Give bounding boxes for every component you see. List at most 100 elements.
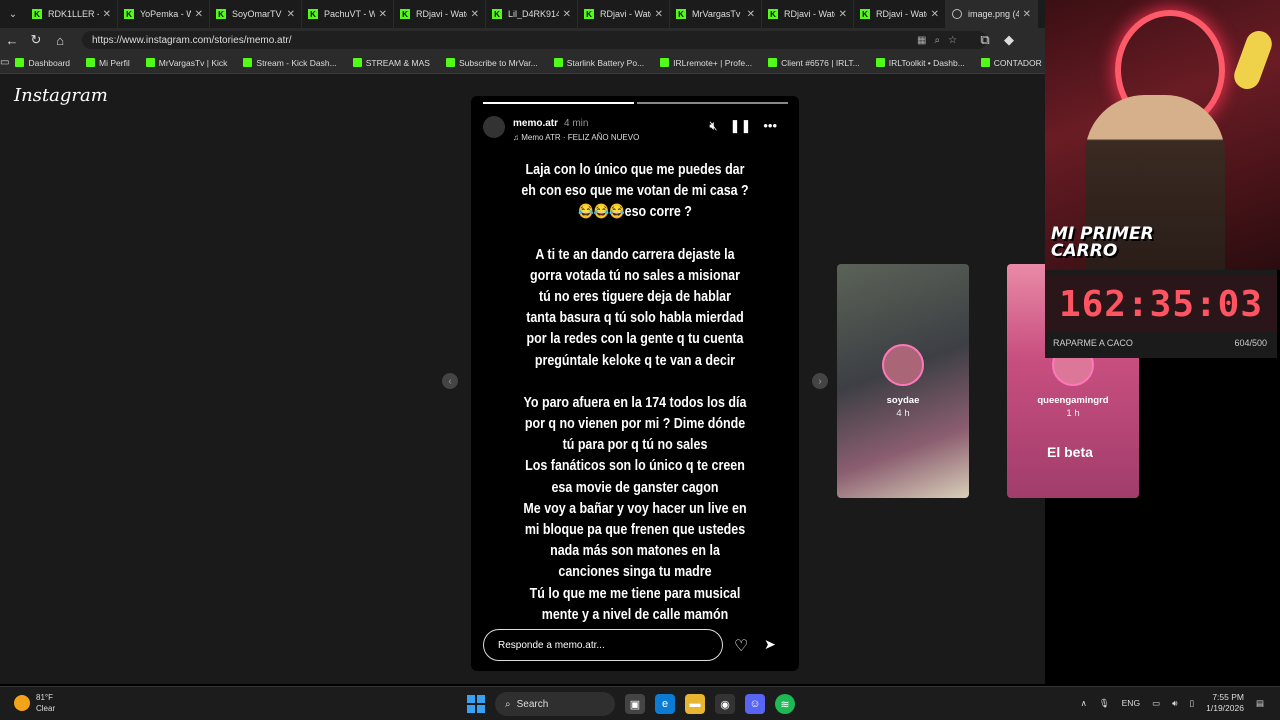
weather-widget[interactable]: 81°F Clear: [14, 692, 55, 714]
bookmark-favicon-icon: [553, 58, 563, 67]
bookmark-item[interactable]: Stream - Kick Dash...: [243, 57, 337, 68]
kick-icon: K: [584, 9, 594, 19]
close-tab-icon[interactable]: ✕: [839, 9, 847, 20]
browser-tab[interactable]: K RDjavi - Watch ✕: [578, 0, 670, 28]
extension-icon[interactable]: ◆: [997, 32, 1021, 48]
collections-icon[interactable]: ⧉: [973, 32, 997, 48]
story-viewer: memo.atr 4 min ♫ Memo ATR · FELIZ AÑO NUE…: [471, 96, 799, 671]
kick-icon: K: [860, 9, 870, 19]
close-tab-icon[interactable]: ✕: [287, 9, 295, 20]
browser-tab[interactable]: K YoPemka - Wat ✕: [118, 0, 210, 28]
close-tab-icon[interactable]: ✕: [1023, 9, 1031, 20]
tab-list-button[interactable]: ⌄: [0, 0, 26, 28]
close-tab-icon[interactable]: ✕: [931, 9, 939, 20]
next-story-soydae[interactable]: soydae 4 h: [837, 264, 969, 498]
browser-tab[interactable]: K RDjavi - Watch ✕: [854, 0, 946, 28]
start-button[interactable]: [467, 695, 485, 713]
back-icon[interactable]: ←: [0, 33, 24, 48]
browser-tab[interactable]: K RDjavi - Watch ✕: [762, 0, 854, 28]
close-tab-icon[interactable]: ✕: [195, 9, 203, 20]
language-indicator[interactable]: ENG: [1122, 698, 1140, 708]
close-tab-icon[interactable]: ✕: [655, 9, 663, 20]
more-options-icon[interactable]: •••: [763, 118, 777, 134]
bookmark-label: Client #6576 | IRLT...: [781, 57, 860, 68]
edge-icon[interactable]: e: [655, 694, 675, 714]
task-view-icon[interactable]: ▣: [625, 694, 645, 714]
next-story-time: 4 h: [896, 408, 910, 419]
reply-input[interactable]: Responde a memo.atr...: [483, 629, 723, 661]
prev-story-arrow[interactable]: ‹: [442, 373, 458, 389]
next-story-arrow[interactable]: ›: [812, 373, 828, 389]
music-icon: ♫: [513, 132, 522, 142]
bookmark-item[interactable]: Mi Perfil: [86, 58, 130, 68]
bookmark-favicon-icon: [660, 58, 670, 67]
spotify-icon[interactable]: ≋: [775, 694, 795, 714]
heart-icon[interactable]: ♡: [734, 636, 748, 656]
browser-tab[interactable]: K Lil_D4RK914 - V ✕: [486, 0, 578, 28]
bookmark-item[interactable]: Starlink Battery Po...: [553, 58, 644, 68]
story-text: Laja con lo único que me puedes dar eh c…: [515, 160, 756, 647]
browser-tab[interactable]: K MrVargasTv - V ✕: [670, 0, 762, 28]
bookmark-item[interactable]: IRLToolkit • Dashb...: [875, 58, 965, 68]
bookmarks-bar: ▭ Dashboard Mi Perfil MrVargasTv | Kick Str…: [0, 52, 1045, 74]
browser-tab[interactable]: K RDjavi - Watch ✕: [394, 0, 486, 28]
timer-goal-count: 604/500: [1234, 338, 1267, 348]
reload-icon[interactable]: ↻: [24, 32, 48, 48]
kick-icon: K: [308, 9, 318, 19]
bookmark-item[interactable]: Subscribe to MrVar...: [445, 58, 538, 68]
thumb-overlay-text: El beta: [1047, 444, 1093, 460]
weather-icon: [14, 695, 30, 711]
bookmarks-menu-icon[interactable]: ▭: [0, 57, 9, 68]
close-tab-icon[interactable]: ✕: [747, 9, 755, 20]
tab-label: YoPemka - Wat: [140, 9, 191, 19]
close-tab-icon[interactable]: ✕: [471, 9, 479, 20]
taskbar: 81°F Clear ⌕ Search ▣ e ▬ ◉ ☺ ≋ ∧ 🎙︎ ENG ▭…: [0, 686, 1280, 720]
bookmark-item[interactable]: MrVargasTv | Kick: [145, 58, 227, 68]
bookmark-label: Stream - Kick Dash...: [256, 57, 337, 68]
next-story-username: queengamingrd: [1037, 395, 1109, 406]
song-label: Memo ATR · FELIZ AÑO NUEVO: [521, 132, 640, 142]
bookmark-item[interactable]: STREAM & MAS: [352, 58, 430, 68]
favorite-star-icon[interactable]: ☆: [948, 35, 957, 46]
mute-icon[interactable]: 🔇︎: [709, 118, 717, 134]
zoom-icon[interactable]: ⌕: [934, 35, 940, 46]
instagram-page: Instagram ‹ › memo.atr 4 min ♫ Memo ATR ·…: [0, 74, 1139, 684]
notification-icon[interactable]: ▤: [1256, 698, 1264, 709]
browser-tab[interactable]: K RDK1LLER - Wa ✕: [26, 0, 118, 28]
battery-icon[interactable]: ▯: [1189, 698, 1194, 709]
network-icon[interactable]: ▭: [1152, 698, 1160, 709]
home-icon[interactable]: ⌂: [48, 33, 72, 48]
browser-tab[interactable]: K PachuVT - Wat ✕: [302, 0, 394, 28]
send-icon[interactable]: ➤: [764, 636, 776, 653]
globe-icon: [952, 9, 962, 19]
microphone-icon[interactable]: 🎙︎: [1099, 698, 1110, 709]
obs-icon[interactable]: ◉: [715, 694, 735, 714]
browser-tab[interactable]: K SoyOmarTV - W ✕: [210, 0, 302, 28]
clock[interactable]: 7:55 PM 1/19/2026: [1206, 692, 1244, 714]
file-explorer-icon[interactable]: ▬: [685, 694, 705, 714]
taskbar-search[interactable]: ⌕ Search: [495, 692, 615, 716]
kick-icon: K: [216, 9, 226, 19]
close-tab-icon[interactable]: ✕: [563, 9, 571, 20]
pause-icon[interactable]: ❚❚: [730, 118, 752, 134]
story-song[interactable]: ♫ Memo ATR · FELIZ AÑO NUEVO: [513, 133, 639, 142]
bookmark-item[interactable]: Client #6576 | IRLT...: [768, 58, 860, 68]
bookmark-item[interactable]: IRLremote+ | Profe...: [660, 58, 752, 68]
close-tab-icon[interactable]: ✕: [379, 9, 387, 20]
bookmark-item[interactable]: CONTADOR: [980, 58, 1042, 68]
volume-icon[interactable]: 🔊︎: [1172, 698, 1177, 709]
bookmark-item[interactable]: Dashboard: [15, 58, 70, 68]
instagram-logo[interactable]: Instagram: [14, 85, 108, 106]
browser-tab[interactable]: image.png (48 ✕: [946, 0, 1038, 28]
story-time: 4 min: [564, 117, 589, 129]
avatar[interactable]: [483, 116, 505, 138]
story-username[interactable]: memo.atr: [513, 118, 558, 129]
timer-goal-label: RAPARME A CACO: [1053, 338, 1133, 348]
discord-icon[interactable]: ☺: [745, 694, 765, 714]
bookmark-label: IRLremote+ | Profe...: [673, 57, 753, 68]
split-screen-icon[interactable]: ▦: [917, 35, 926, 46]
tab-label: PachuVT - Wat: [324, 9, 375, 19]
url-input[interactable]: https://www.instagram.com/stories/memo.a…: [82, 31, 987, 49]
tray-overflow-icon[interactable]: ∧: [1081, 698, 1087, 709]
close-tab-icon[interactable]: ✕: [103, 9, 111, 20]
